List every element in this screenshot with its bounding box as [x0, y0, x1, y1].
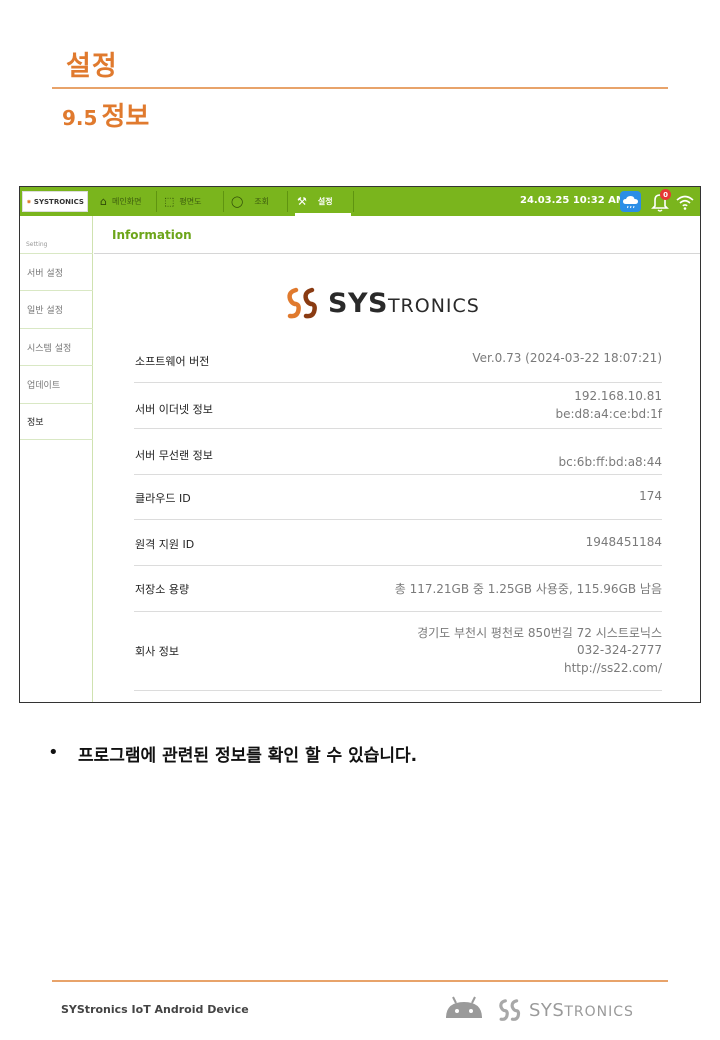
info-row-ethernet: 서버 이더넷 정보 192.168.10.81 be:d8:a4:ce:bd:1…	[134, 383, 662, 429]
notification-badge: 0	[660, 189, 671, 200]
info-value: 032-324-2777	[576, 643, 662, 657]
info-label: 서버 이더넷 정보	[135, 403, 213, 416]
info-value: be:d8:a4:ce:bd:1f	[555, 407, 662, 421]
info-label: 클라우드 ID	[135, 492, 191, 505]
title-divider	[52, 87, 668, 89]
nav-search[interactable]: ◯ 조회	[231, 187, 269, 216]
home-icon: ⌂	[100, 195, 107, 208]
logo-mark-icon: ⁕	[26, 197, 32, 206]
info-value: 174	[639, 489, 662, 503]
content-header: Information	[94, 216, 700, 254]
sidebar-item-general-settings[interactable]: 일반 설정	[20, 290, 93, 327]
cloud-icon	[623, 196, 638, 209]
section-number: 9.5	[62, 106, 98, 130]
floorplan-icon: ⬚	[164, 195, 175, 208]
wifi-status	[675, 192, 695, 212]
info-row-company: 회사 정보 경기도 부천시 평천로 850번길 72 시스트로닉스 032-32…	[134, 612, 662, 691]
datetime: 24.03.25 10:32 AM	[520, 195, 626, 206]
wifi-icon	[676, 195, 694, 210]
android-logo	[444, 994, 484, 1024]
footer-brand-mark-icon	[499, 999, 521, 1021]
footer-brand-logo: SYSTRONICS	[498, 998, 634, 1022]
tools-icon: ⚒	[297, 195, 307, 208]
sidebar-item-system-settings[interactable]: 시스템 설정	[20, 328, 93, 365]
section-heading: 9.5 정보	[62, 96, 149, 133]
search-icon: ◯	[231, 195, 244, 208]
nav-settings[interactable]: ⚒ 설정	[297, 187, 333, 216]
nav-divider	[353, 191, 354, 212]
footer-divider	[52, 980, 668, 982]
info-row-storage: 저장소 용량 총 117.21GB 중 1.25GB 사용중, 115.96GB…	[134, 566, 662, 612]
info-label: 회사 정보	[135, 645, 179, 658]
app-logo: ⁕ SYSTRONICS	[22, 191, 88, 212]
info-value: http://ss22.com/	[563, 661, 662, 675]
sidebar-item-server-settings[interactable]: 서버 설정	[20, 253, 93, 290]
notifications-button[interactable]: 0	[651, 189, 671, 213]
sidebar-item-label: 정보	[27, 418, 44, 428]
logo-text: SYSTRONICS	[33, 197, 84, 206]
info-label: 원격 지원 ID	[135, 538, 195, 551]
info-value: 192.168.10.81	[574, 389, 662, 403]
content-title: Information	[112, 228, 192, 242]
nav-home-label: 메인화면	[111, 197, 142, 206]
info-row-wireless: 서버 무선랜 정보 bc:6b:ff:bd:a8:44	[134, 429, 662, 475]
nav-divider	[156, 191, 157, 212]
sidebar-item-update[interactable]: 업데이트	[20, 365, 93, 402]
bullet-marker: •	[48, 742, 59, 763]
nav-settings-label: 설정	[317, 197, 333, 206]
info-label: 서버 무선랜 정보	[135, 449, 213, 462]
bullet-text: 프로그램에 관련된 정보를 확인 할 수 있습니다.	[78, 746, 418, 766]
footer-brand-text: SYSTRONICS	[529, 1000, 634, 1021]
sidebar-item-label: 업데이트	[27, 380, 61, 391]
info-row-remote-id: 원격 지원 ID 1948451184	[134, 520, 662, 566]
info-value: bc:6b:ff:bd:a8:44	[558, 455, 662, 469]
sidebar-item-info[interactable]: 정보	[20, 403, 93, 440]
brand-text: SYSTRONICS	[328, 288, 480, 319]
app-screenshot: ⁕ SYSTRONICS ⌂ 메인화면 ⬚ 평면도 ◯ 조회 ⚒ 설정 24.0…	[19, 186, 701, 703]
nav-divider	[223, 191, 224, 212]
footer-text: SYStronics IoT Android Device	[61, 1003, 249, 1016]
cloud-button[interactable]	[620, 191, 641, 212]
brand-logo: SYSTRONICS	[286, 286, 480, 320]
nav-home[interactable]: ⌂ 메인화면	[100, 187, 141, 216]
nav-search-label: 조회	[254, 197, 270, 206]
nav-floorplan-label: 평면도	[179, 197, 202, 206]
brand-text-small: TRONICS	[387, 294, 480, 317]
info-row-software-version: 소프트웨어 버전 Ver.0.73 (2024-03-22 18:07:21)	[134, 335, 662, 383]
info-value: Ver.0.73 (2024-03-22 18:07:21)	[472, 351, 662, 365]
sidebar-item-label: 서버 설정	[27, 268, 63, 279]
android-icon	[446, 996, 482, 1018]
info-value: 총 117.21GB 중 1.25GB 사용중, 115.96GB 남음	[394, 582, 662, 596]
settings-sidebar: Setting 서버 설정 일반 설정 시스템 설정 업데이트 정보	[20, 216, 93, 702]
info-row-cloud-id: 클라우드 ID 174	[134, 475, 662, 520]
document-title: 설정	[66, 51, 118, 82]
footer-brand-small: TRONICS	[564, 1003, 634, 1020]
nav-floorplan[interactable]: ⬚ 평면도	[164, 187, 202, 216]
brand-mark-icon	[287, 287, 317, 319]
sidebar-item-label: 시스템 설정	[27, 343, 72, 354]
sidebar-item-label: 일반 설정	[27, 305, 63, 316]
info-value: 1948451184	[585, 535, 662, 549]
brand-text-big: SYS	[328, 287, 388, 319]
top-bar: ⁕ SYSTRONICS ⌂ 메인화면 ⬚ 평면도 ◯ 조회 ⚒ 설정 24.0…	[20, 187, 700, 216]
info-label: 저장소 용량	[135, 583, 190, 596]
section-title: 정보	[101, 102, 150, 132]
nav-divider	[287, 191, 288, 212]
footer-brand-big: SYS	[529, 999, 565, 1021]
info-label: 소프트웨어 버전	[135, 355, 210, 368]
sidebar-caption: Setting	[26, 241, 48, 248]
info-value: 경기도 부천시 평천로 850번길 72 시스트로닉스	[417, 626, 662, 640]
